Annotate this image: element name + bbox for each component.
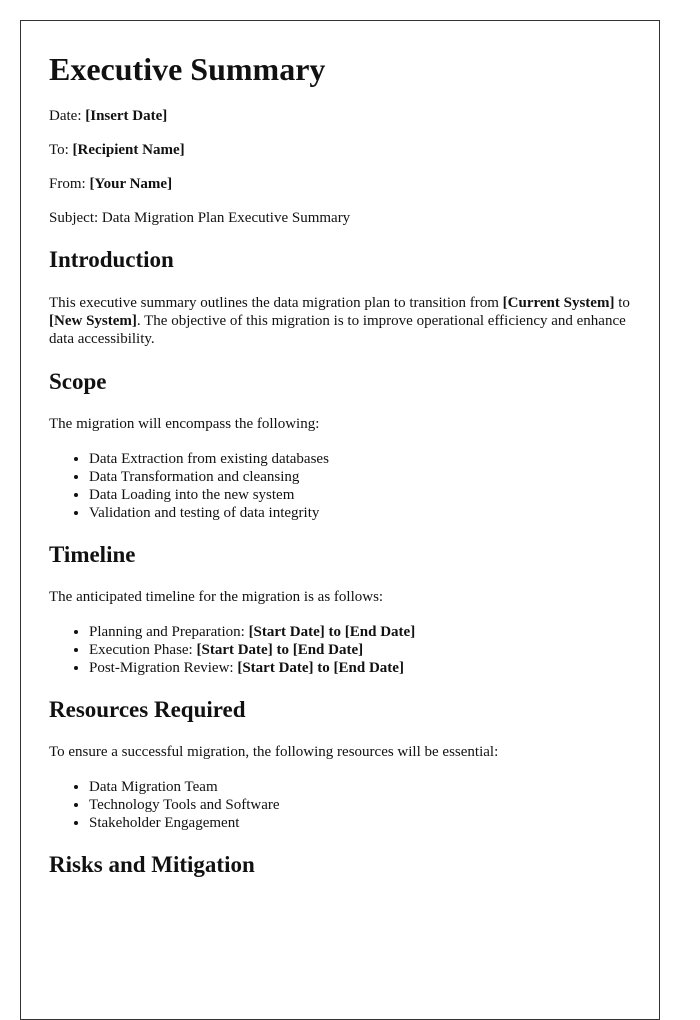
list-item: Stakeholder Engagement [89, 814, 631, 832]
intro-text: to [614, 295, 630, 311]
phase-range: [Start Date] to [End Date] [237, 660, 404, 676]
list-item: Data Extraction from existing databases [89, 450, 631, 468]
phase-label: Post-Migration Review: [89, 660, 238, 676]
resources-heading: Resources Required [49, 697, 246, 722]
to-label: To: [49, 142, 73, 158]
new-system-placeholder: [New System] [49, 313, 137, 329]
list-item: Execution Phase: [Start Date] to [End Da… [89, 641, 631, 659]
document-page: Executive Summary Date: [Insert Date] To… [20, 20, 660, 1020]
list-item: Data Loading into the new system [89, 486, 631, 504]
scope-list: Data Extraction from existing databases … [49, 450, 631, 522]
to-value: [Recipient Name] [72, 142, 185, 158]
list-item: Post-Migration Review: [Start Date] to [… [89, 659, 631, 677]
resources-intro: To ensure a successful migration, the fo… [49, 744, 499, 760]
document-title: Executive Summary [49, 51, 326, 87]
list-item: Data Migration Team [89, 778, 631, 796]
introduction-paragraph: This executive summary outlines the data… [49, 294, 631, 348]
current-system-placeholder: [Current System] [502, 295, 615, 311]
introduction-heading: Introduction [49, 247, 174, 272]
scope-intro: The migration will encompass the followi… [49, 416, 320, 432]
timeline-list: Planning and Preparation: [Start Date] t… [49, 623, 631, 677]
list-item: Validation and testing of data integrity [89, 504, 631, 522]
list-item: Planning and Preparation: [Start Date] t… [89, 623, 631, 641]
from-value: [Your Name] [89, 176, 173, 192]
from-label: From: [49, 176, 90, 192]
intro-text: This executive summary outlines the data… [49, 295, 503, 311]
date-label: Date: [49, 108, 86, 124]
list-item: Data Transformation and cleansing [89, 468, 631, 486]
from-line: From: [Your Name] [49, 175, 172, 193]
date-value: [Insert Date] [85, 108, 168, 124]
scope-heading: Scope [49, 369, 107, 394]
list-item: Technology Tools and Software [89, 796, 631, 814]
subject-line: Subject: Data Migration Plan Executive S… [49, 210, 351, 226]
timeline-intro: The anticipated timeline for the migrati… [49, 589, 384, 605]
phase-label: Execution Phase: [89, 642, 197, 658]
resources-list: Data Migration Team Technology Tools and… [49, 778, 631, 832]
date-line: Date: [Insert Date] [49, 107, 167, 125]
phase-range: [Start Date] to [End Date] [196, 642, 364, 658]
to-line: To: [Recipient Name] [49, 141, 185, 159]
phase-range: [Start Date] to [End Date] [248, 624, 416, 640]
risks-heading: Risks and Mitigation [49, 852, 255, 877]
phase-label: Planning and Preparation: [89, 624, 249, 640]
timeline-heading: Timeline [49, 542, 136, 567]
